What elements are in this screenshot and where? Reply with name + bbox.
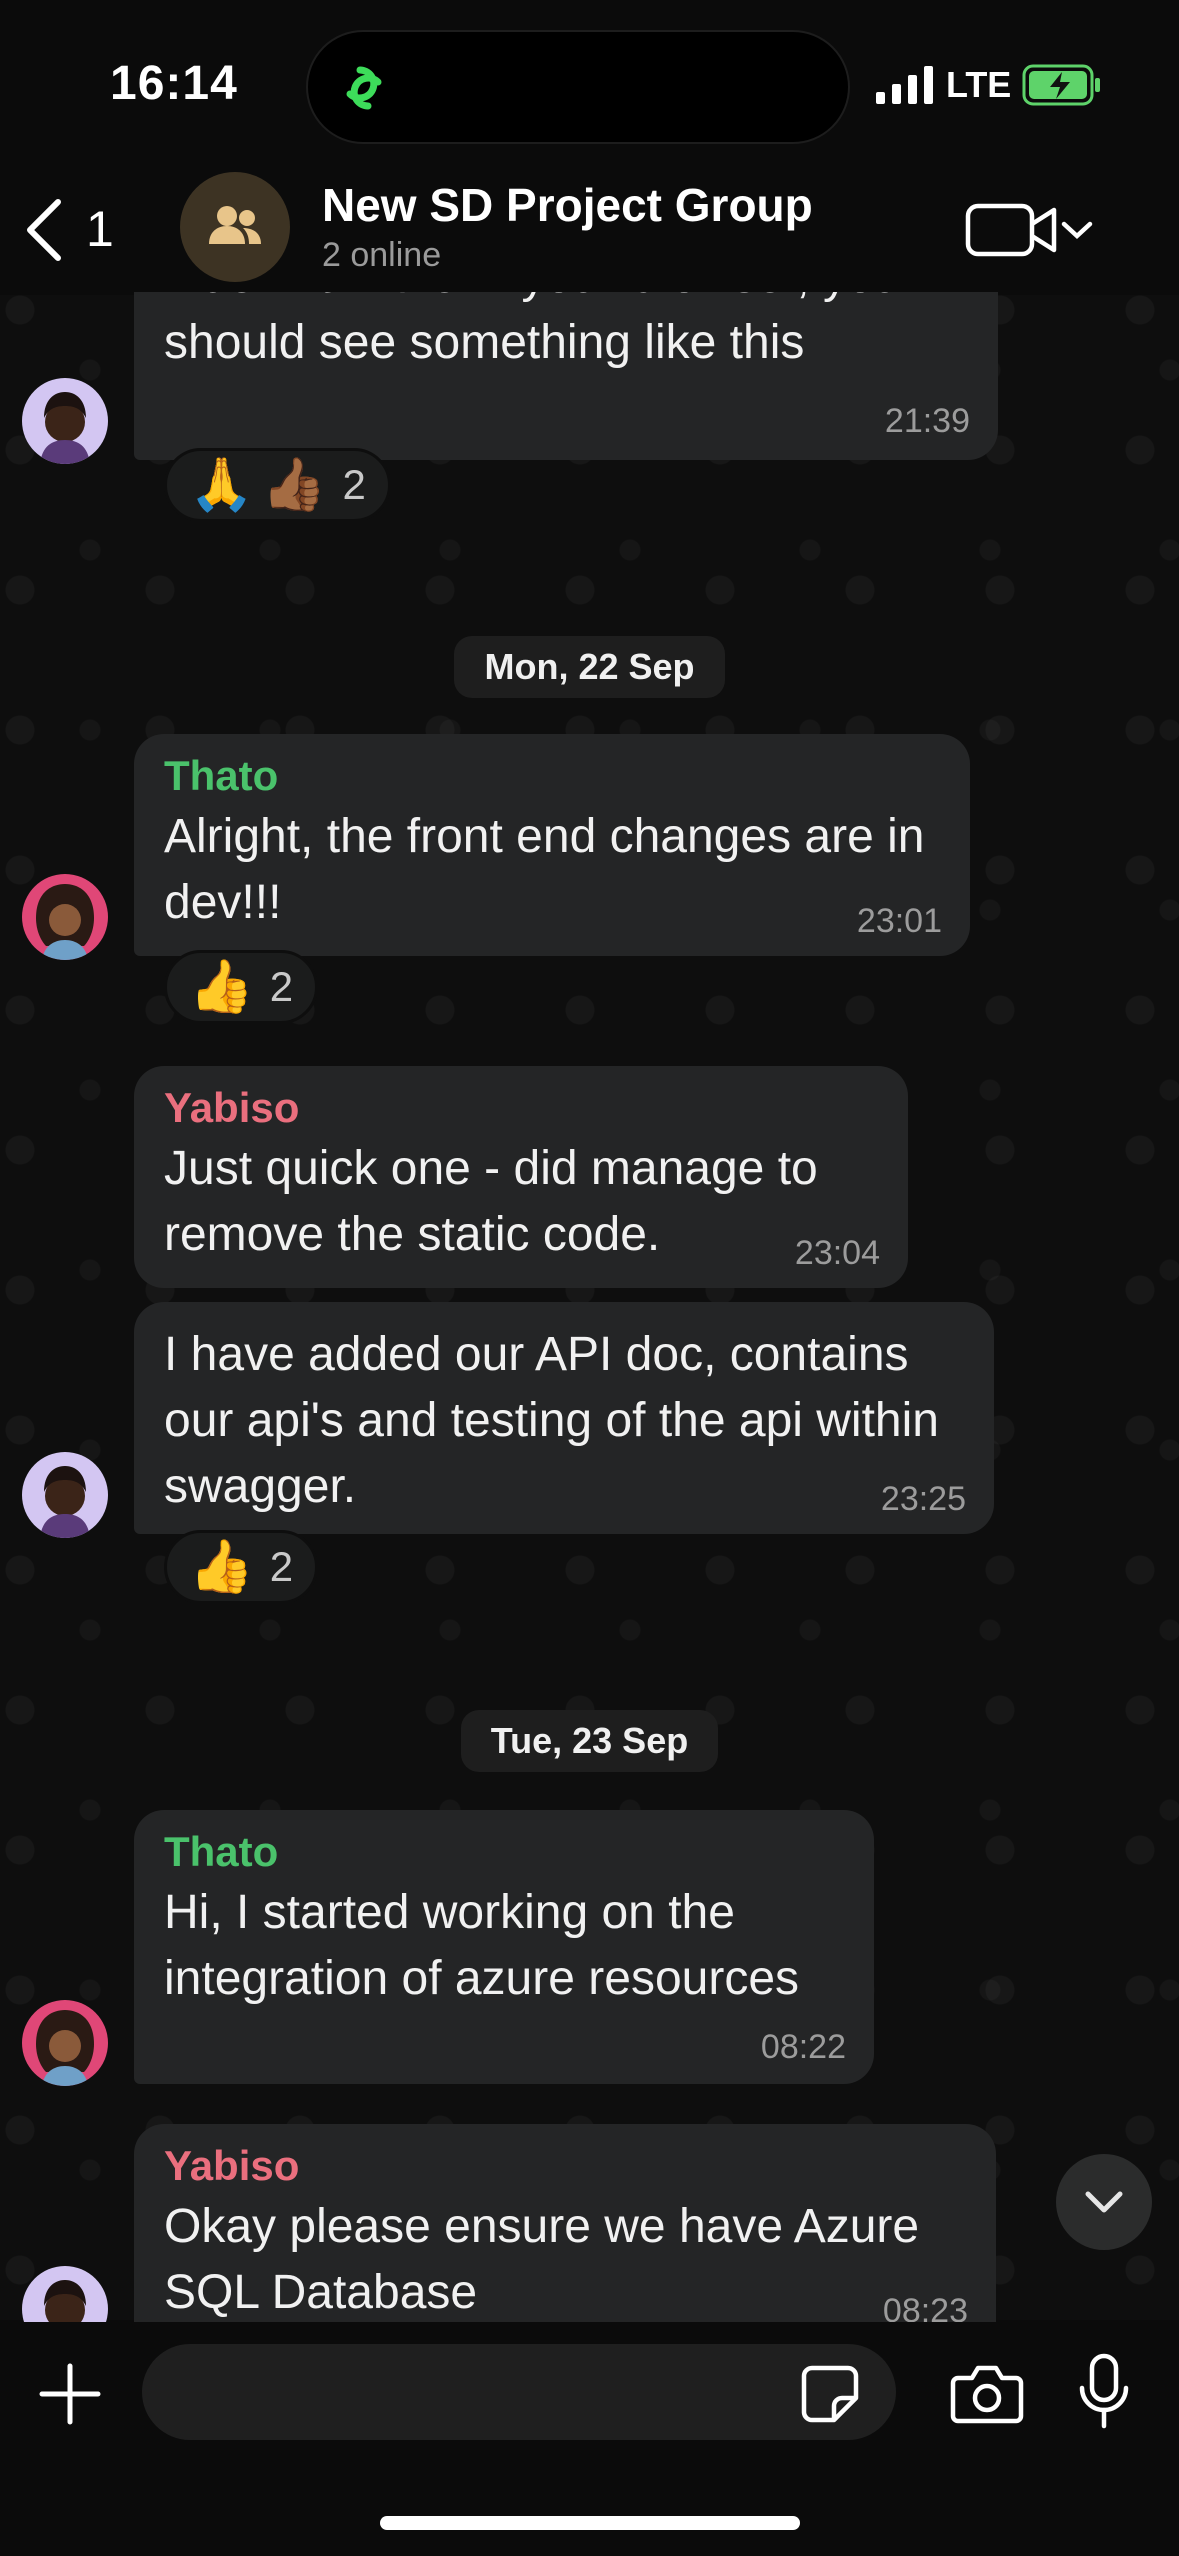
camera-icon[interactable] (950, 2362, 1024, 2426)
message-text: Okay please ensure we have Azure SQL Dat… (164, 2200, 920, 2319)
avatar[interactable] (22, 2266, 108, 2322)
avatar-image (44, 2280, 86, 2322)
message-bubble[interactable]: Yabiso Okay please ensure we have Azure … (134, 2124, 996, 2322)
message-time: 08:23 (882, 2292, 968, 2322)
composer-bar (0, 2322, 1179, 2556)
home-indicator (380, 2516, 800, 2530)
message-input[interactable] (142, 2344, 896, 2440)
message-clip: Yabiso Okay please ensure we have Azure … (0, 0, 1179, 2322)
plus-icon[interactable] (38, 2362, 102, 2426)
chevron-down-icon (1085, 2191, 1123, 2213)
microphone-icon[interactable] (1076, 2352, 1132, 2432)
sticker-icon[interactable] (800, 2364, 860, 2424)
sender-name[interactable]: Yabiso (164, 2142, 966, 2190)
scroll-to-bottom-button[interactable] (1056, 2154, 1152, 2250)
